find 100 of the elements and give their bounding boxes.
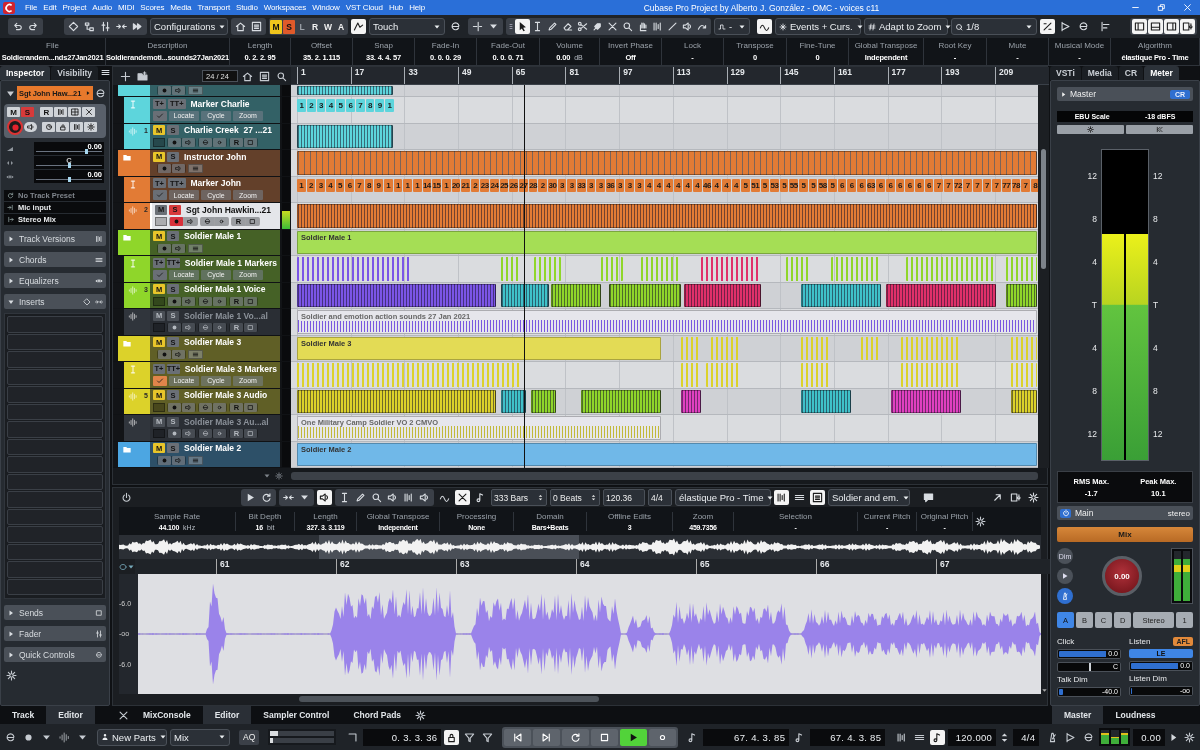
click-button[interactable] — [930, 729, 946, 745]
object-tool[interactable] — [515, 19, 530, 34]
marker[interactable]: 1 — [383, 178, 393, 192]
signature-display[interactable]: 4/4 — [1013, 728, 1040, 746]
marker[interactable]: 5 — [808, 178, 818, 192]
marker[interactable]: 2 — [306, 178, 316, 192]
window-settings-button[interactable] — [1008, 490, 1023, 505]
marker[interactable]: 6 — [895, 178, 905, 192]
inspector-section[interactable]: Sends — [4, 605, 106, 620]
marker[interactable]: 5 — [335, 178, 345, 192]
marker[interactable]: 5 — [828, 178, 837, 192]
audio-event[interactable] — [531, 389, 556, 413]
zone-toggle[interactable] — [1132, 19, 1147, 34]
marker[interactable]: 3 — [634, 178, 644, 192]
meter-settings-button[interactable] — [1057, 125, 1124, 134]
monitor-button[interactable] — [184, 217, 197, 227]
marker[interactable]: 7 — [992, 178, 1001, 192]
menu-item[interactable]: Workspaces — [263, 3, 307, 12]
marker[interactable]: 20 — [451, 178, 461, 192]
marker[interactable]: 3 — [567, 178, 577, 192]
marker[interactable]: 7 — [934, 178, 943, 192]
event-dropdown[interactable]: Soldier and em. — [828, 489, 910, 506]
nudge-dropdown[interactable]: - — [714, 18, 750, 35]
menu-item[interactable]: Studio — [236, 3, 258, 12]
slider-thumb[interactable] — [68, 177, 71, 182]
quantize-apply-button[interactable] — [1058, 19, 1073, 34]
marker[interactable]: 72 — [953, 178, 963, 192]
add-folder-button[interactable] — [135, 68, 150, 84]
marker[interactable]: 4 — [721, 178, 731, 192]
timebase-button[interactable] — [42, 122, 55, 132]
main-output-label[interactable]: Main — [1075, 508, 1094, 518]
split-tool[interactable] — [575, 19, 590, 34]
inspector-section[interactable]: Chords — [4, 252, 106, 267]
automation-mode-dropdown[interactable]: Touch — [369, 18, 445, 35]
beats-field[interactable]: 0 Beats — [550, 489, 600, 506]
zone-toggle[interactable] — [1180, 19, 1195, 34]
house-button[interactable] — [233, 19, 248, 34]
waveform-overview[interactable] — [119, 535, 1041, 559]
lock-button[interactable] — [444, 729, 460, 745]
grid-button[interactable] — [68, 107, 81, 117]
mode-button[interactable]: M — [270, 19, 282, 34]
checkbox[interactable] — [153, 375, 167, 386]
snap-zero-button[interactable] — [455, 490, 470, 505]
menu-item[interactable]: Hub — [388, 3, 404, 12]
mode-button[interactable]: S — [283, 19, 295, 34]
inspector-section[interactable]: Equalizers — [4, 273, 106, 288]
marker[interactable]: 23 — [480, 178, 490, 192]
new-parts-dropdown[interactable]: New Parts — [97, 728, 167, 746]
marker[interactable]: 3 — [316, 178, 325, 192]
audio-event[interactable] — [297, 283, 496, 307]
marker[interactable]: 7 — [982, 178, 992, 192]
start-button[interactable] — [504, 728, 532, 746]
settings-button[interactable] — [1182, 729, 1197, 745]
marker[interactable]: 58 — [818, 178, 828, 192]
snap-toggle[interactable] — [757, 19, 772, 34]
marker[interactable]: 4 — [692, 178, 702, 192]
list-button[interactable] — [249, 19, 264, 34]
marker[interactable]: 15 — [432, 178, 441, 192]
marker[interactable]: 36 — [606, 178, 615, 192]
snap-type-dropdown[interactable]: Events + Curs. — [775, 18, 861, 35]
horizontal-scrollbar[interactable] — [299, 696, 599, 702]
zone-toggle[interactable] — [1164, 19, 1179, 34]
marker[interactable]: 3 — [557, 178, 567, 192]
right-locator-display[interactable]: 67. 4. 3. 85 — [810, 728, 886, 746]
marker[interactable]: 8 — [365, 99, 375, 112]
marker[interactable]: 6 — [837, 178, 847, 192]
write-button[interactable] — [54, 107, 67, 117]
menu-item[interactable]: Edit — [43, 3, 57, 12]
marker[interactable]: 7 — [963, 178, 972, 192]
zone-tab[interactable]: VSTi — [1050, 66, 1081, 80]
marker[interactable]: 2 — [538, 178, 548, 192]
marker[interactable]: 4 — [731, 178, 741, 192]
audio-event[interactable] — [886, 283, 996, 307]
marker[interactable]: 6 — [346, 99, 355, 112]
lane-toggle[interactable] — [153, 137, 165, 147]
zone-toggle[interactable] — [1148, 19, 1163, 34]
checkbox[interactable] — [153, 190, 167, 201]
marker[interactable]: 1 — [441, 178, 451, 192]
lane-toggle[interactable] — [153, 402, 165, 412]
bypass-button[interactable] — [82, 107, 95, 117]
position-display[interactable]: 0. 3. 3. 36 — [362, 728, 442, 746]
grid-type-dropdown[interactable]: Adapt to Zoom — [864, 18, 948, 35]
stop-button[interactable] — [591, 728, 619, 746]
lane-toggle[interactable] — [155, 217, 167, 227]
mix-button[interactable]: Mix — [1057, 527, 1193, 542]
marker[interactable]: 9 — [375, 99, 385, 112]
marker[interactable]: 1 — [385, 99, 394, 112]
inspector-section[interactable]: Track Versions — [4, 231, 106, 246]
slider-thumb[interactable] — [84, 149, 88, 154]
marker[interactable]: 2 — [470, 178, 480, 192]
marker[interactable]: 4 — [325, 178, 335, 192]
marker[interactable]: 7 — [355, 99, 365, 112]
audio-event[interactable] — [297, 389, 496, 413]
marker[interactable]: 1 — [297, 99, 306, 112]
menu-item[interactable]: MIDI — [118, 3, 135, 12]
master-label[interactable]: Master — [1070, 89, 1096, 99]
marker[interactable]: 1 — [393, 178, 403, 192]
audio-event[interactable] — [801, 389, 851, 413]
zone-tab[interactable]: Media — [1081, 66, 1118, 80]
marker[interactable]: 6 — [857, 178, 866, 192]
